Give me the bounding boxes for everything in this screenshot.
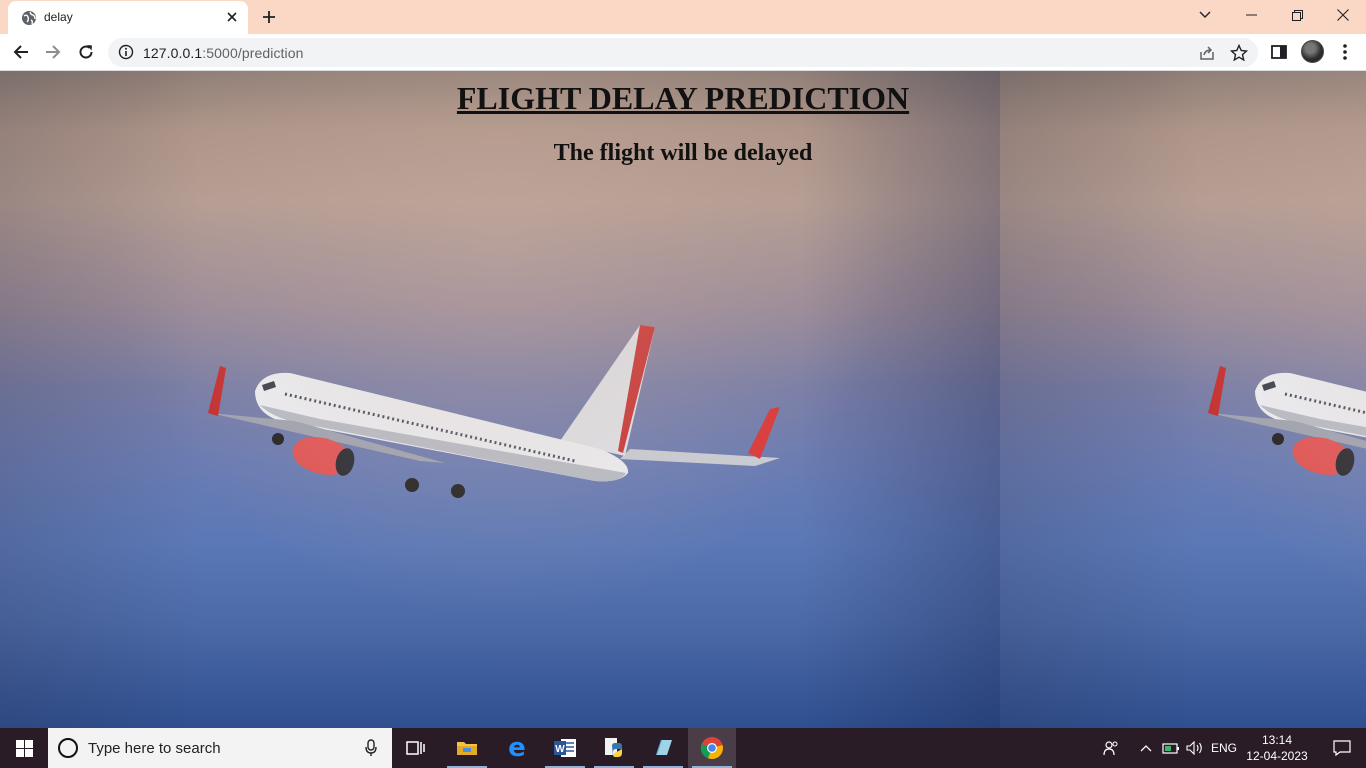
restore-icon <box>1291 9 1303 21</box>
info-icon[interactable] <box>118 44 134 60</box>
forward-button[interactable] <box>39 38 67 66</box>
clock-time: 13:14 <box>1261 733 1293 747</box>
task-view-button[interactable] <box>392 728 440 768</box>
avatar[interactable] <box>1301 40 1324 63</box>
back-button[interactable] <box>7 38 35 66</box>
microphone-icon[interactable] <box>364 739 378 757</box>
url-host: 127.0.0.1 <box>143 45 203 61</box>
prediction-result: The flight will be delayed <box>553 140 813 166</box>
python-icon <box>605 738 622 757</box>
volume-icon[interactable] <box>1184 728 1206 768</box>
side-panel-icon[interactable] <box>1270 43 1288 61</box>
edge-icon: e <box>508 733 526 763</box>
tab-strip: delay <box>0 0 1366 34</box>
notepad-icon <box>656 740 672 755</box>
people-icon[interactable] <box>1098 728 1124 768</box>
minimize-button[interactable] <box>1228 0 1274 30</box>
chrome-icon <box>700 737 723 760</box>
address-bar[interactable]: 127.0.0.1:5000/prediction <box>108 38 1258 67</box>
folder-icon <box>457 742 477 755</box>
url-path: :5000/prediction <box>202 45 304 61</box>
airplane-image <box>208 325 780 498</box>
notepad-button[interactable] <box>639 728 687 768</box>
window-close-icon <box>1337 9 1349 21</box>
notification-button[interactable] <box>1318 728 1366 768</box>
new-tab-button[interactable] <box>258 6 280 28</box>
task-view-icon <box>406 741 425 755</box>
windows-icon <box>15 739 33 757</box>
browser-tab[interactable]: delay <box>8 1 248 34</box>
reload-icon <box>79 45 93 59</box>
back-icon <box>13 45 28 59</box>
page-content: FLIGHT DELAY PREDICTION The flight will … <box>0 71 1366 728</box>
minimize-icon <box>1245 14 1257 16</box>
tab-search-button[interactable] <box>1182 0 1228 30</box>
more-vert-icon[interactable] <box>1336 42 1354 62</box>
chrome-button[interactable] <box>688 728 736 768</box>
tab-title: delay <box>44 10 73 24</box>
chevron-down-icon <box>1199 11 1211 18</box>
edge-button[interactable]: e <box>493 728 541 768</box>
url-text[interactable]: 127.0.0.1:5000/prediction <box>143 45 304 61</box>
battery-icon[interactable] <box>1160 728 1182 768</box>
language-indicator[interactable]: ENG <box>1208 728 1240 768</box>
plus-icon <box>263 11 275 23</box>
start-button[interactable] <box>0 728 48 768</box>
window-close-button[interactable] <box>1320 0 1366 30</box>
chevron-up-icon[interactable] <box>1136 728 1156 768</box>
svg-text:W: W <box>555 744 565 755</box>
python-button[interactable] <box>590 728 638 768</box>
forward-icon <box>46 45 61 59</box>
reload-button[interactable] <box>72 38 100 66</box>
background-image-repeat <box>1000 71 1366 728</box>
restore-button[interactable] <box>1274 0 1320 30</box>
background-image <box>0 71 1000 728</box>
notification-icon <box>1333 740 1351 756</box>
file-explorer-button[interactable] <box>443 728 491 768</box>
page-title: FLIGHT DELAY PREDICTION <box>456 80 910 116</box>
clock[interactable]: 13:14 12-04-2023 <box>1245 732 1309 764</box>
clock-date: 12-04-2023 <box>1246 749 1308 763</box>
share-icon[interactable] <box>1198 44 1216 62</box>
star-icon[interactable] <box>1230 44 1248 62</box>
cortana-icon <box>58 738 78 758</box>
browser-toolbar: 127.0.0.1:5000/prediction <box>0 34 1366 71</box>
taskbar: Type here to search e W ENG 13:14 12-04-… <box>0 728 1366 768</box>
airplane-image <box>1208 366 1366 476</box>
close-icon[interactable] <box>223 8 241 26</box>
word-icon: W <box>554 739 576 757</box>
search-placeholder: Type here to search <box>88 740 221 757</box>
globe-icon <box>22 11 36 25</box>
word-button[interactable]: W <box>541 728 589 768</box>
taskbar-search[interactable]: Type here to search <box>48 728 392 768</box>
